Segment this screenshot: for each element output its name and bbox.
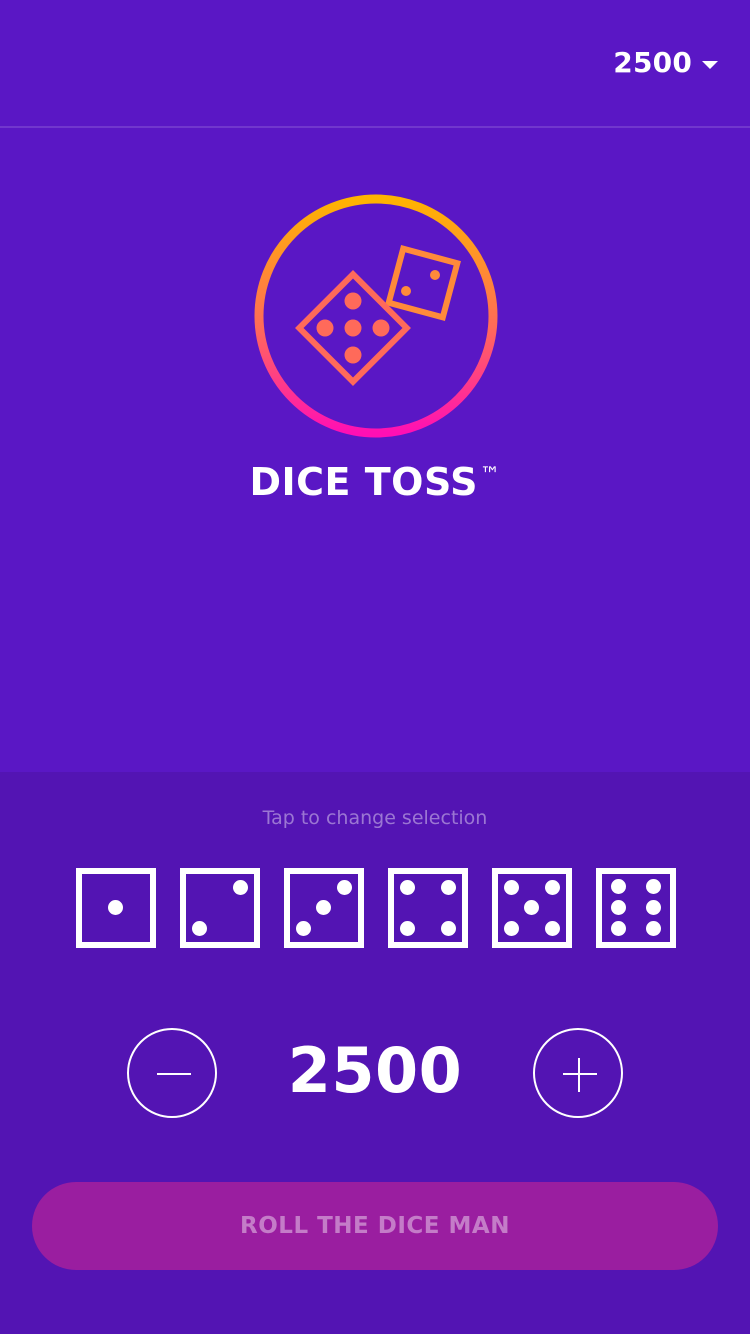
roll-dice-label: ROLL THE DICE MAN (240, 1213, 510, 1239)
plus-icon (563, 1073, 597, 1075)
pip (192, 921, 207, 936)
balance-selector[interactable]: 2500 (613, 46, 718, 79)
die-three-icon[interactable] (284, 868, 364, 948)
plus-icon-vertical (578, 1058, 580, 1092)
pip (504, 880, 519, 895)
caret-down-icon (702, 60, 718, 69)
selection-hint: Tap to change selection (262, 807, 488, 829)
pip (646, 900, 661, 915)
roll-dice-button[interactable]: ROLL THE DICE MAN (32, 1182, 718, 1270)
pip (611, 879, 626, 894)
pip (545, 921, 560, 936)
pip (545, 880, 560, 895)
trademark-symbol: ™ (480, 462, 501, 486)
pip (296, 921, 311, 936)
pip (441, 880, 456, 895)
bet-stepper: 2500 (0, 1028, 750, 1120)
pip (504, 921, 519, 936)
die-four-icon[interactable] (388, 868, 468, 948)
pip (611, 900, 626, 915)
top-bar: 2500 (0, 0, 750, 128)
pip (400, 880, 415, 895)
dice-selector (76, 868, 676, 948)
increase-bet-button[interactable] (533, 1028, 623, 1118)
pip (233, 880, 248, 895)
game-title-text: DICE TOSS (249, 460, 478, 504)
die-two-icon[interactable] (180, 868, 260, 948)
pip (316, 900, 331, 915)
pip (108, 900, 123, 915)
bet-panel: Tap to change selection 2500 ROLL THE DI… (0, 772, 750, 1334)
die-five-icon[interactable] (492, 868, 572, 948)
pip (646, 879, 661, 894)
pip (646, 921, 661, 936)
dice-logo-icon (254, 194, 498, 438)
pip (611, 921, 626, 936)
pip (441, 921, 456, 936)
pip (400, 921, 415, 936)
pip (524, 900, 539, 915)
pip (337, 880, 352, 895)
balance-value: 2500 (613, 46, 692, 79)
die-six-icon[interactable] (596, 868, 676, 948)
bet-amount: 2500 (287, 1034, 463, 1107)
die-one-icon[interactable] (76, 868, 156, 948)
game-title: DICE TOSS ™ (0, 460, 750, 504)
